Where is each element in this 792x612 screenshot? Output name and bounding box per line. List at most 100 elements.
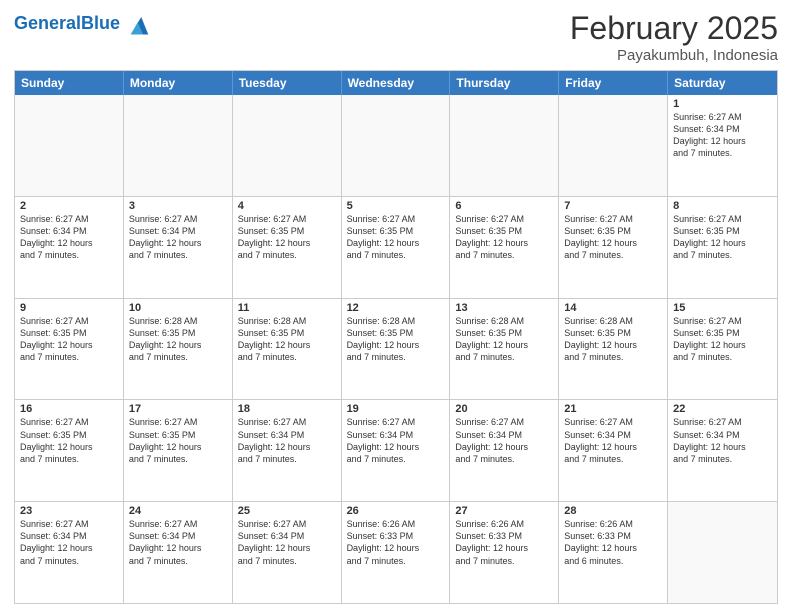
- day-info: Sunrise: 6:27 AM Sunset: 6:35 PM Dayligh…: [564, 213, 662, 262]
- day-number: 22: [673, 403, 772, 415]
- day-info: Sunrise: 6:27 AM Sunset: 6:35 PM Dayligh…: [347, 213, 445, 262]
- calendar-day-cell: 16Sunrise: 6:27 AM Sunset: 6:35 PM Dayli…: [15, 400, 124, 501]
- day-info: Sunrise: 6:28 AM Sunset: 6:35 PM Dayligh…: [455, 315, 553, 364]
- day-info: Sunrise: 6:27 AM Sunset: 6:35 PM Dayligh…: [20, 416, 118, 465]
- calendar-day-cell: 17Sunrise: 6:27 AM Sunset: 6:35 PM Dayli…: [124, 400, 233, 501]
- day-info: Sunrise: 6:27 AM Sunset: 6:34 PM Dayligh…: [20, 213, 118, 262]
- day-info: Sunrise: 6:27 AM Sunset: 6:35 PM Dayligh…: [673, 315, 772, 364]
- calendar-day-cell: 18Sunrise: 6:27 AM Sunset: 6:34 PM Dayli…: [233, 400, 342, 501]
- calendar-body: 1Sunrise: 6:27 AM Sunset: 6:34 PM Daylig…: [15, 95, 777, 603]
- day-number: 11: [238, 302, 336, 314]
- day-number: 6: [455, 200, 553, 212]
- day-number: 21: [564, 403, 662, 415]
- day-info: Sunrise: 6:27 AM Sunset: 6:34 PM Dayligh…: [347, 416, 445, 465]
- weekday-header: Monday: [124, 71, 233, 95]
- day-info: Sunrise: 6:27 AM Sunset: 6:34 PM Dayligh…: [129, 518, 227, 567]
- day-info: Sunrise: 6:27 AM Sunset: 6:34 PM Dayligh…: [238, 518, 336, 567]
- calendar-day-cell: 27Sunrise: 6:26 AM Sunset: 6:33 PM Dayli…: [450, 502, 559, 603]
- day-info: Sunrise: 6:26 AM Sunset: 6:33 PM Dayligh…: [347, 518, 445, 567]
- calendar-day-cell: 8Sunrise: 6:27 AM Sunset: 6:35 PM Daylig…: [668, 197, 777, 298]
- empty-cell: [668, 502, 777, 603]
- day-number: 3: [129, 200, 227, 212]
- day-number: 18: [238, 403, 336, 415]
- logo: GeneralBlue: [14, 10, 150, 38]
- empty-cell: [124, 95, 233, 196]
- calendar-day-cell: 6Sunrise: 6:27 AM Sunset: 6:35 PM Daylig…: [450, 197, 559, 298]
- day-info: Sunrise: 6:27 AM Sunset: 6:35 PM Dayligh…: [129, 416, 227, 465]
- calendar-day-cell: 2Sunrise: 6:27 AM Sunset: 6:34 PM Daylig…: [15, 197, 124, 298]
- calendar-day-cell: 5Sunrise: 6:27 AM Sunset: 6:35 PM Daylig…: [342, 197, 451, 298]
- day-number: 12: [347, 302, 445, 314]
- day-number: 17: [129, 403, 227, 415]
- calendar-day-cell: 28Sunrise: 6:26 AM Sunset: 6:33 PM Dayli…: [559, 502, 668, 603]
- day-info: Sunrise: 6:27 AM Sunset: 6:34 PM Dayligh…: [238, 416, 336, 465]
- day-number: 19: [347, 403, 445, 415]
- day-info: Sunrise: 6:27 AM Sunset: 6:35 PM Dayligh…: [673, 213, 772, 262]
- day-number: 7: [564, 200, 662, 212]
- empty-cell: [342, 95, 451, 196]
- day-number: 23: [20, 505, 118, 517]
- weekday-header: Saturday: [668, 71, 777, 95]
- day-number: 5: [347, 200, 445, 212]
- calendar-day-cell: 15Sunrise: 6:27 AM Sunset: 6:35 PM Dayli…: [668, 299, 777, 400]
- day-info: Sunrise: 6:28 AM Sunset: 6:35 PM Dayligh…: [238, 315, 336, 364]
- calendar-day-cell: 9Sunrise: 6:27 AM Sunset: 6:35 PM Daylig…: [15, 299, 124, 400]
- weekday-header: Thursday: [450, 71, 559, 95]
- calendar-day-cell: 26Sunrise: 6:26 AM Sunset: 6:33 PM Dayli…: [342, 502, 451, 603]
- day-info: Sunrise: 6:28 AM Sunset: 6:35 PM Dayligh…: [347, 315, 445, 364]
- calendar-row: 23 Sunrise: 6:27 AM Sunset: 6:34 PM Dayli…: [15, 501, 777, 603]
- weekday-header: Sunday: [15, 71, 124, 95]
- day-number: 13: [455, 302, 553, 314]
- day-number: 2: [20, 200, 118, 212]
- day-number: 1: [673, 98, 772, 110]
- day-info: Sunrise: 6:27 AM Sunset: 6:34 PM Dayligh…: [564, 416, 662, 465]
- calendar-header: SundayMondayTuesdayWednesdayThursdayFrid…: [15, 71, 777, 95]
- month-title: February 2025: [570, 10, 778, 47]
- calendar-day-cell: 20Sunrise: 6:27 AM Sunset: 6:34 PM Dayli…: [450, 400, 559, 501]
- day-info: Sunrise: 6:28 AM Sunset: 6:35 PM Dayligh…: [129, 315, 227, 364]
- calendar-day-cell: 24Sunrise: 6:27 AM Sunset: 6:34 PM Dayli…: [124, 502, 233, 603]
- day-info: Sunrise: 6:27 AM Sunset: 6:35 PM Dayligh…: [455, 213, 553, 262]
- calendar-day-cell: 13Sunrise: 6:28 AM Sunset: 6:35 PM Dayli…: [450, 299, 559, 400]
- logo-text: GeneralBlue: [14, 14, 120, 34]
- calendar-row: 16Sunrise: 6:27 AM Sunset: 6:35 PM Dayli…: [15, 399, 777, 501]
- weekday-header: Friday: [559, 71, 668, 95]
- day-info: Sunrise: 6:26 AM Sunset: 6:33 PM Dayligh…: [455, 518, 553, 567]
- day-number: 16: [20, 403, 118, 415]
- empty-cell: [450, 95, 559, 196]
- day-info: Sunrise: 6:27 AM Sunset: 6:34 PM Dayligh…: [673, 111, 772, 160]
- day-info: Sunrise: 6:27 AM Sunset: 6:34 PM Dayligh…: [129, 213, 227, 262]
- weekday-header: Tuesday: [233, 71, 342, 95]
- header: GeneralBlue February 2025 Payakumbuh, In…: [14, 10, 778, 64]
- day-number: 24: [129, 505, 227, 517]
- calendar-day-cell: 4Sunrise: 6:27 AM Sunset: 6:35 PM Daylig…: [233, 197, 342, 298]
- empty-cell: [559, 95, 668, 196]
- day-info: Sunrise: 6:27 AM Sunset: 6:35 PM Dayligh…: [20, 315, 118, 364]
- calendar-day-cell: 25Sunrise: 6:27 AM Sunset: 6:34 PM Dayli…: [233, 502, 342, 603]
- calendar-row: 9Sunrise: 6:27 AM Sunset: 6:35 PM Daylig…: [15, 298, 777, 400]
- day-number: 28: [564, 505, 662, 517]
- day-number: 15: [673, 302, 772, 314]
- page: GeneralBlue February 2025 Payakumbuh, In…: [0, 0, 792, 612]
- calendar: SundayMondayTuesdayWednesdayThursdayFrid…: [14, 70, 778, 604]
- day-info: Sunrise: 6:27 AM Sunset: 6:35 PM Dayligh…: [238, 213, 336, 262]
- calendar-day-cell: 1Sunrise: 6:27 AM Sunset: 6:34 PM Daylig…: [668, 95, 777, 196]
- calendar-day-cell: 14Sunrise: 6:28 AM Sunset: 6:35 PM Dayli…: [559, 299, 668, 400]
- weekday-header: Wednesday: [342, 71, 451, 95]
- day-info: Sunrise: 6:26 AM Sunset: 6:33 PM Dayligh…: [564, 518, 662, 567]
- location-title: Payakumbuh, Indonesia: [570, 47, 778, 64]
- calendar-day-cell: 19Sunrise: 6:27 AM Sunset: 6:34 PM Dayli…: [342, 400, 451, 501]
- logo-blue: Blue: [81, 13, 120, 33]
- empty-cell: [233, 95, 342, 196]
- day-number: 26: [347, 505, 445, 517]
- day-info: Sunrise: 6:27 AM Sunset: 6:34 PM Dayligh…: [455, 416, 553, 465]
- calendar-day-cell: 3Sunrise: 6:27 AM Sunset: 6:34 PM Daylig…: [124, 197, 233, 298]
- calendar-day-cell: 7Sunrise: 6:27 AM Sunset: 6:35 PM Daylig…: [559, 197, 668, 298]
- day-info: Sunrise: 6:28 AM Sunset: 6:35 PM Dayligh…: [564, 315, 662, 364]
- calendar-day-cell: 21Sunrise: 6:27 AM Sunset: 6:34 PM Dayli…: [559, 400, 668, 501]
- day-number: 14: [564, 302, 662, 314]
- calendar-day-cell: 12Sunrise: 6:28 AM Sunset: 6:35 PM Dayli…: [342, 299, 451, 400]
- calendar-row: 1Sunrise: 6:27 AM Sunset: 6:34 PM Daylig…: [15, 95, 777, 196]
- day-info: Sunrise: 6:27 AM Sunset: 6:34 PM Dayligh…: [673, 416, 772, 465]
- calendar-day-cell: 23Sunrise: 6:27 AM Sunset: 6:34 PM Dayli…: [15, 502, 124, 603]
